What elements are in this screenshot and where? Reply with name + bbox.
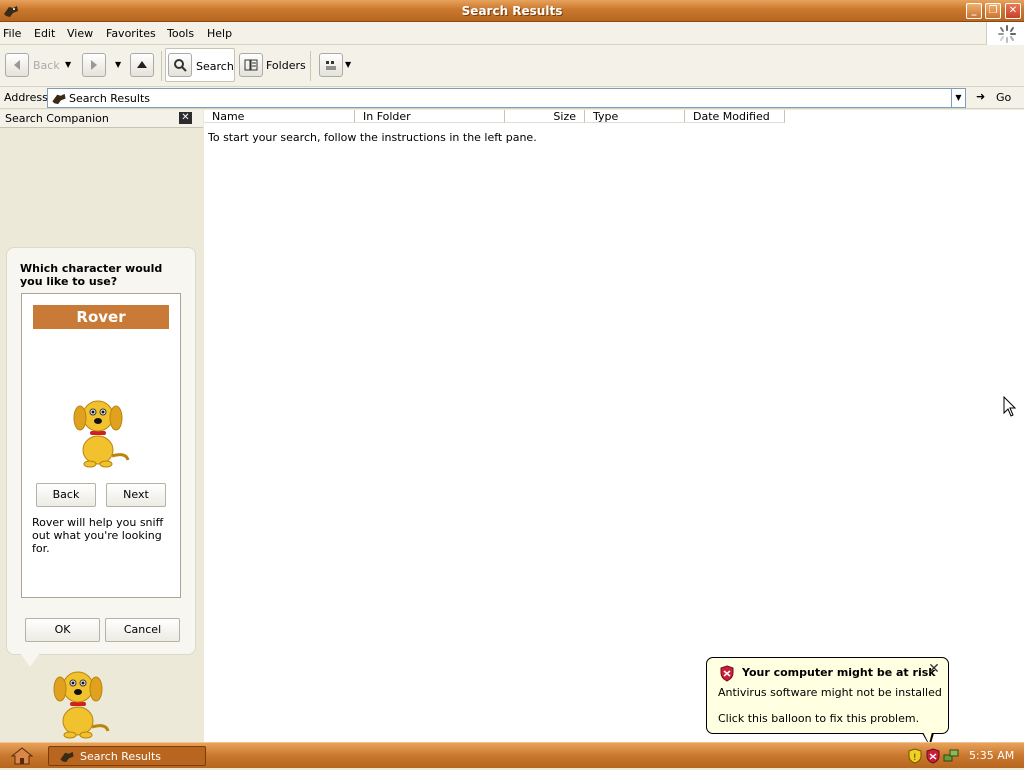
menu-help[interactable]: Help <box>207 27 232 40</box>
address-input[interactable]: Search Results <box>47 88 952 108</box>
security-shield-icon <box>720 665 734 682</box>
views-dropdown-icon: ▼ <box>345 60 352 69</box>
window-title: Search Results <box>461 4 563 18</box>
column-date-modified[interactable]: Date Modified <box>685 110 785 123</box>
forward-dropdown-icon[interactable]: ▼ <box>115 60 121 69</box>
character-preview-box: Rover Back Next Rover will help you snif… <box>21 293 181 598</box>
home-icon <box>10 747 34 765</box>
address-bar: Address Search Results ▼ ➜ Go <box>0 87 1024 109</box>
search-dog-icon <box>52 93 66 105</box>
balloon-line-2: Click this balloon to fix this problem. <box>718 712 920 725</box>
menu-tools[interactable]: Tools <box>167 27 194 40</box>
ok-button[interactable]: OK <box>25 618 100 642</box>
back-button[interactable]: Back ▼ <box>5 53 75 79</box>
menu-edit[interactable]: Edit <box>34 27 55 40</box>
up-arrow-icon <box>130 53 154 77</box>
forward-arrow-icon <box>82 53 106 77</box>
standard-toolbar: Back ▼ ▼ Search Folders ▼ <box>0 45 1024 87</box>
address-dropdown-icon[interactable]: ▼ <box>952 88 966 108</box>
throbber-icon <box>986 22 1024 45</box>
security-alert-balloon[interactable]: Your computer might be at risk ✕ Antivir… <box>706 657 949 734</box>
title-bar: Search Results _ ❐ ✕ <box>0 0 1024 22</box>
folders-button[interactable]: Folders <box>239 53 306 79</box>
close-pane-icon[interactable]: ✕ <box>179 112 192 124</box>
svg-text:!: ! <box>913 753 917 763</box>
column-type[interactable]: Type <box>585 110 685 123</box>
security-center-shield-icon[interactable]: ! <box>908 748 922 764</box>
search-companion-pane: Search Companion ✕ Which character would… <box>0 110 203 742</box>
character-selection-bubble: Which character would you like to use? R… <box>6 247 196 655</box>
back-dropdown-icon[interactable]: ▼ <box>65 60 71 69</box>
bubble-tail <box>20 653 40 667</box>
search-button[interactable]: Search <box>165 48 235 82</box>
alert-shield-icon[interactable] <box>926 748 940 764</box>
clock[interactable]: 5:35 AM <box>969 749 1014 762</box>
balloon-line-1: Antivirus software might not be installe… <box>718 686 942 699</box>
toolbar-separator <box>161 51 162 81</box>
taskbar: Search Results ! 5:35 AM <box>0 742 1024 768</box>
empty-results-message: To start your search, follow the instruc… <box>208 131 537 144</box>
column-in-folder[interactable]: In Folder <box>355 110 505 123</box>
menu-file[interactable]: File <box>3 27 21 40</box>
network-icon[interactable] <box>943 748 959 764</box>
rover-dog-icon <box>73 400 130 468</box>
address-value: Search Results <box>69 92 151 105</box>
folders-icon <box>239 53 263 77</box>
mouse-cursor-icon <box>1003 396 1017 417</box>
balloon-close-icon[interactable]: ✕ <box>927 662 941 677</box>
rover-dog-icon[interactable] <box>48 665 112 739</box>
views-button[interactable]: ▼ <box>319 53 353 79</box>
search-dog-icon <box>60 751 74 763</box>
forward-button[interactable]: ▼ <box>82 53 126 79</box>
start-button[interactable] <box>9 745 35 767</box>
up-folder-button[interactable] <box>130 53 156 79</box>
character-description: Rover will help you sniff out what you'r… <box>32 516 164 555</box>
address-label: Address <box>4 91 48 104</box>
system-tray: ! 5:35 AM <box>898 743 1024 769</box>
character-back-button[interactable]: Back <box>36 483 96 507</box>
restore-button[interactable]: ❐ <box>985 3 1001 19</box>
pane-title: Search Companion <box>5 112 109 125</box>
magnifier-icon <box>168 53 192 77</box>
menu-bar: File Edit View Favorites Tools Help <box>0 22 1024 45</box>
taskbar-item-search-results[interactable]: Search Results <box>48 746 206 766</box>
character-next-button[interactable]: Next <box>106 483 166 507</box>
character-name: Rover <box>33 305 169 329</box>
back-arrow-icon <box>5 53 29 77</box>
column-size[interactable]: Size <box>505 110 585 123</box>
views-icon <box>319 53 343 77</box>
go-arrow-icon: ➜ <box>976 90 986 103</box>
column-name[interactable]: Name <box>204 110 355 123</box>
minimize-button[interactable]: _ <box>966 3 982 19</box>
cancel-button[interactable]: Cancel <box>105 618 180 642</box>
menu-favorites[interactable]: Favorites <box>106 27 156 40</box>
results-pane: Name In Folder Size Type Date Modified T… <box>204 110 1024 742</box>
close-button[interactable]: ✕ <box>1005 3 1021 19</box>
menu-view[interactable]: View <box>67 27 93 40</box>
balloon-title: Your computer might be at risk <box>742 666 936 679</box>
search-companion-header: Search Companion ✕ <box>0 110 203 128</box>
toolbar-separator <box>310 51 311 81</box>
column-headers: Name In Folder Size Type Date Modified <box>204 110 1024 123</box>
character-question: Which character would you like to use? <box>20 262 163 288</box>
